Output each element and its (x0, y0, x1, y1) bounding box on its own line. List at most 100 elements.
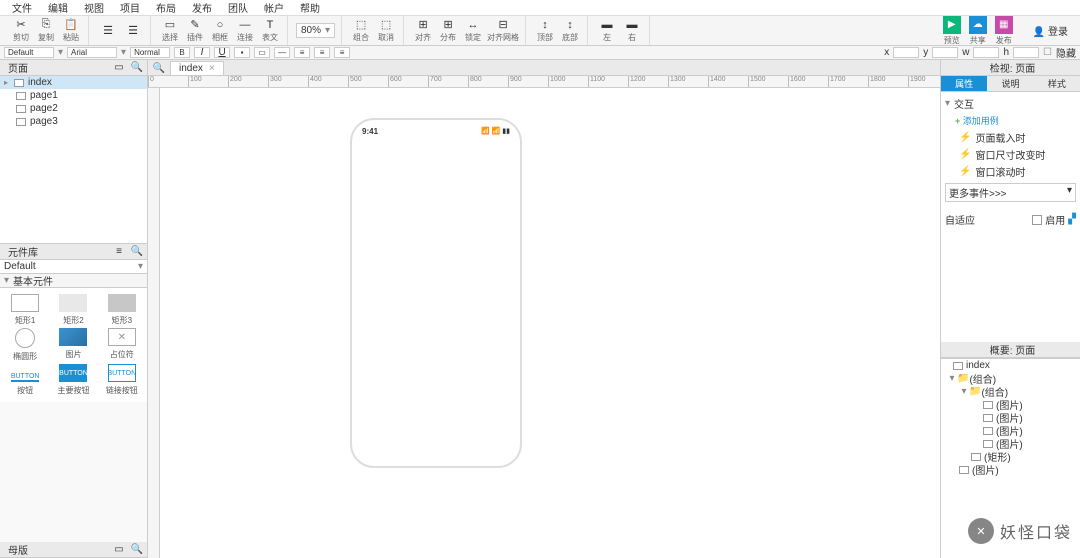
tool-剪切[interactable]: ✂剪切 (10, 18, 32, 44)
library-select[interactable]: Default▾ (0, 260, 147, 274)
tab-style[interactable]: 样式 (1034, 76, 1080, 91)
event-item[interactable]: ⚡页面载入时 (945, 130, 1076, 145)
outline-node[interactable]: (矩形) (941, 450, 1080, 463)
preview-button[interactable]: ▶ (943, 16, 961, 34)
search-icon[interactable]: 🔍 (131, 62, 143, 74)
phone-frame[interactable]: 9:41 📶 📶 ▮▮ (350, 118, 522, 468)
share-button[interactable]: ☁ (969, 16, 987, 34)
menu-文件[interactable]: 文件 (4, 0, 40, 15)
tool-[interactable]: ☰ (122, 18, 144, 44)
library-grid: 矩形1矩形2矩形3 椭圆形图片占位符 BUTTON按钮BUTTON主要按钮BUTTO… (0, 288, 147, 402)
ruler-horizontal: 0100200300400500600700800900100011001200… (148, 76, 940, 88)
font-size-select[interactable]: Normal (130, 47, 170, 58)
tool-对齐网格[interactable]: ⊟对齐网格 (487, 18, 519, 44)
widget-椭圆形[interactable]: 椭圆形 (2, 328, 48, 362)
add-case-link[interactable]: 添加用例 (945, 114, 1076, 127)
h-input[interactable] (1013, 47, 1039, 58)
menu-布局[interactable]: 布局 (148, 0, 184, 15)
tool-复制[interactable]: ⎘复制 (35, 18, 57, 44)
menu-帐户[interactable]: 帐户 (256, 0, 292, 15)
w-input[interactable] (973, 47, 999, 58)
tool-对齐[interactable]: ⊞对齐 (412, 18, 434, 44)
tab-notes[interactable]: 说明 (987, 76, 1033, 91)
more-events-select[interactable]: 更多事件>>>▾ (945, 183, 1076, 202)
widget-占位符[interactable]: 占位符 (99, 328, 145, 362)
menu-项目[interactable]: 项目 (112, 0, 148, 15)
font-family-select[interactable]: Default (4, 47, 54, 58)
widget-按钮[interactable]: BUTTON按钮 (2, 364, 48, 396)
inspector-header: 检视: 页面 (941, 60, 1080, 76)
library-category[interactable]: ▾基本元件 (0, 274, 147, 288)
fill-color[interactable]: ▪ (234, 47, 250, 58)
align-right[interactable]: ≡ (334, 47, 350, 58)
ruler-vertical (148, 88, 160, 558)
widget-矩形3[interactable]: 矩形3 (99, 294, 145, 326)
tab-properties[interactable]: 属性 (941, 76, 987, 91)
master-add-icon[interactable]: ▭ (113, 544, 125, 556)
event-item[interactable]: ⚡窗口滚动时 (945, 164, 1076, 179)
align-left[interactable]: ≡ (294, 47, 310, 58)
adaptive-checkbox[interactable] (1032, 215, 1042, 225)
tool-左[interactable]: ▬左 (596, 18, 618, 44)
tool-表文[interactable]: T表文 (259, 18, 281, 44)
tool-插件[interactable]: ✎插件 (184, 18, 206, 44)
page-node[interactable]: page1 (0, 89, 147, 102)
align-center[interactable]: ≡ (314, 47, 330, 58)
tab-index[interactable]: index× (170, 61, 224, 75)
line-color[interactable]: ▭ (254, 47, 270, 58)
menu-发布[interactable]: 发布 (184, 0, 220, 15)
tab-search-icon[interactable]: 🔍 (152, 61, 166, 75)
login-button[interactable]: 👤 登录 (1033, 23, 1068, 38)
italic-button[interactable]: I (194, 47, 210, 58)
tool-连接[interactable]: —连接 (234, 18, 256, 44)
menu-团队[interactable]: 团队 (220, 0, 256, 15)
outline-node[interactable]: index (941, 359, 1080, 372)
line-width[interactable]: — (274, 47, 290, 58)
menu-编辑[interactable]: 编辑 (40, 0, 76, 15)
widget-主要按钮[interactable]: BUTTON主要按钮 (50, 364, 96, 396)
widget-矩形1[interactable]: 矩形1 (2, 294, 48, 326)
underline-button[interactable]: U (214, 47, 230, 58)
tool-粘贴[interactable]: 📋粘贴 (60, 18, 82, 44)
tool-锁定[interactable]: ↔锁定 (462, 18, 484, 44)
inspector-tabs: 属性 说明 样式 (941, 76, 1080, 92)
tool-分布[interactable]: ⊞分布 (437, 18, 459, 44)
add-page-icon[interactable]: ▭ (113, 62, 125, 74)
tool-底部[interactable]: ↕底部 (559, 18, 581, 44)
pages-tree: ▸index page1page2page3 (0, 76, 147, 244)
bold-button[interactable]: B (174, 47, 190, 58)
outline-node[interactable]: (图片) (941, 463, 1080, 476)
page-node[interactable]: page3 (0, 115, 147, 128)
zoom-select[interactable]: 80%▾ (296, 23, 335, 38)
main-toolbar: ✂剪切⎘复制📋粘贴 ☰☰ ▭选择✎插件○相框—连接T表文 80%▾ ⬚组合⬚取消 ⊞对… (0, 16, 1080, 46)
menu-视图[interactable]: 视图 (76, 0, 112, 15)
tool-顶部[interactable]: ↕顶部 (534, 18, 556, 44)
x-input[interactable] (893, 47, 919, 58)
widget-矩形2[interactable]: 矩形2 (50, 294, 96, 326)
tool-取消[interactable]: ⬚取消 (375, 18, 397, 44)
menu-帮助[interactable]: 帮助 (292, 0, 328, 15)
close-icon[interactable]: × (209, 63, 215, 74)
tool-选择[interactable]: ▭选择 (159, 18, 181, 44)
canvas[interactable]: 9:41 📶 📶 ▮▮ (160, 88, 940, 558)
publish-button[interactable]: ▦ (995, 16, 1013, 34)
canvas-tabs: 🔍 index× (148, 60, 940, 76)
widget-链接按钮[interactable]: BUTTON链接按钮 (99, 364, 145, 396)
tool-相框[interactable]: ○相框 (209, 18, 231, 44)
lib-search-icon[interactable]: 🔍 (131, 246, 143, 258)
tool-组合[interactable]: ⬚组合 (350, 18, 372, 44)
font-select[interactable]: Arial (67, 47, 117, 58)
y-input[interactable] (932, 47, 958, 58)
master-search-icon[interactable]: 🔍 (131, 544, 143, 556)
tool-[interactable]: ☰ (97, 18, 119, 44)
library-panel-header: 元件库 ≡ 🔍 (0, 244, 147, 260)
page-node[interactable]: page2 (0, 102, 147, 115)
event-item[interactable]: ⚡窗口尺寸改变时 (945, 147, 1076, 162)
lib-menu-icon[interactable]: ≡ (113, 246, 125, 258)
pages-panel-header: 页面 ▭ 🔍 (0, 60, 147, 76)
outline-node[interactable]: ▾📁(组合) (941, 372, 1080, 385)
phone-time: 9:41 (362, 127, 378, 136)
page-node-root[interactable]: ▸index (0, 76, 147, 89)
widget-图片[interactable]: 图片 (50, 328, 96, 362)
tool-右[interactable]: ▬右 (621, 18, 643, 44)
